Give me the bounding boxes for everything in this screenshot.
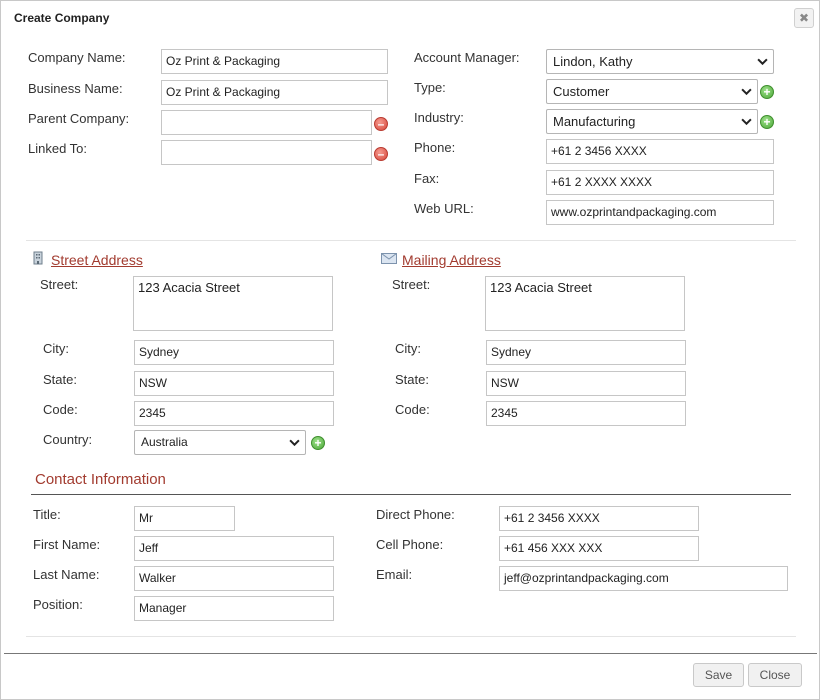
remove-linked-to-icon[interactable]: – (374, 147, 388, 161)
fax-label: Fax: (414, 171, 440, 186)
close-button[interactable]: Close (748, 663, 802, 687)
chevron-down-icon (741, 118, 752, 126)
business-name-label: Business Name: (28, 81, 123, 96)
account-manager-select[interactable]: Lindon, Kathy (546, 49, 774, 74)
state-label: State: (43, 372, 77, 387)
email-label: Email: (376, 567, 413, 582)
linked-to-label: Linked To: (28, 141, 88, 156)
section-divider (26, 240, 796, 241)
footer-divider (4, 653, 817, 654)
add-type-icon[interactable]: + (760, 85, 774, 99)
mailing-state-input[interactable]: NSW (486, 371, 686, 396)
company-name-input[interactable]: Oz Print & Packaging (161, 49, 388, 74)
save-button[interactable]: Save (693, 663, 744, 687)
mailing-street-label: Street: (392, 277, 431, 292)
add-industry-icon[interactable]: + (760, 115, 774, 129)
cell-phone-input[interactable]: +61 456 XXX XXX (499, 536, 699, 561)
title-label: Title: (33, 507, 61, 522)
mailing-code-label: Code: (395, 402, 430, 417)
mailing-state-label: State: (395, 372, 429, 387)
street-address-link[interactable]: Street Address (51, 252, 143, 268)
title-input[interactable]: Mr (134, 506, 235, 531)
footer-divider-light (26, 636, 796, 637)
cell-phone-label: Cell Phone: (376, 537, 444, 552)
country-value: Australia (141, 435, 188, 449)
create-company-dialog: Create Company ✖ Company Name: Oz Print … (0, 0, 820, 700)
direct-phone-label: Direct Phone: (376, 507, 455, 522)
building-icon (33, 251, 43, 265)
phone-label: Phone: (414, 140, 456, 155)
fax-input[interactable]: +61 2 XXXX XXXX (546, 170, 774, 195)
code-label: Code: (43, 402, 78, 417)
position-input[interactable]: Manager (134, 596, 334, 621)
remove-parent-company-icon[interactable]: – (374, 117, 388, 131)
type-value: Customer (553, 84, 610, 99)
contact-divider (31, 494, 791, 495)
street-label: Street: (40, 277, 79, 292)
last-name-label: Last Name: (33, 567, 100, 582)
email-input[interactable]: jeff@ozprintandpackaging.com (499, 566, 788, 591)
chevron-down-icon (741, 88, 752, 96)
industry-select[interactable]: Manufacturing (546, 109, 758, 134)
parent-company-label: Parent Company: (28, 111, 130, 126)
code-input[interactable]: 2345 (134, 401, 334, 426)
dialog-title: Create Company (14, 11, 110, 25)
city-input[interactable]: Sydney (134, 340, 334, 365)
business-name-input[interactable]: Oz Print & Packaging (161, 80, 388, 105)
web-url-input[interactable]: www.ozprintandpackaging.com (546, 200, 774, 225)
add-country-icon[interactable]: + (311, 436, 325, 450)
street-textarea[interactable]: 123 Acacia Street (133, 276, 333, 331)
position-label: Position: (33, 597, 83, 612)
chevron-down-icon (289, 439, 300, 447)
mailing-address-link[interactable]: Mailing Address (402, 252, 501, 268)
last-name-input[interactable]: Walker (134, 566, 334, 591)
country-select[interactable]: Australia (134, 430, 306, 455)
linked-to-input[interactable] (161, 140, 372, 165)
chevron-down-icon (757, 58, 768, 66)
company-name-label: Company Name: (28, 50, 126, 65)
country-label: Country: (43, 432, 93, 447)
phone-input[interactable]: +61 2 3456 XXXX (546, 139, 774, 164)
type-label: Type: (414, 80, 446, 95)
contact-information-heading: Contact Information (35, 471, 166, 488)
mailing-city-input[interactable]: Sydney (486, 340, 686, 365)
industry-value: Manufacturing (553, 114, 636, 129)
first-name-input[interactable]: Jeff (134, 536, 334, 561)
direct-phone-input[interactable]: +61 2 3456 XXXX (499, 506, 699, 531)
first-name-label: First Name: (33, 537, 101, 552)
account-manager-label: Account Manager: (414, 50, 520, 65)
mailing-street-textarea[interactable]: 123 Acacia Street (485, 276, 685, 331)
parent-company-input[interactable] (161, 110, 372, 135)
envelope-icon (381, 253, 397, 264)
type-select[interactable]: Customer (546, 79, 758, 104)
web-url-label: Web URL: (414, 201, 474, 216)
city-label: City: (43, 341, 69, 356)
account-manager-value: Lindon, Kathy (553, 54, 633, 69)
mailing-city-label: City: (395, 341, 421, 356)
industry-label: Industry: (414, 110, 464, 125)
state-input[interactable]: NSW (134, 371, 334, 396)
mailing-code-input[interactable]: 2345 (486, 401, 686, 426)
close-dialog-icon[interactable]: ✖ (794, 8, 814, 28)
